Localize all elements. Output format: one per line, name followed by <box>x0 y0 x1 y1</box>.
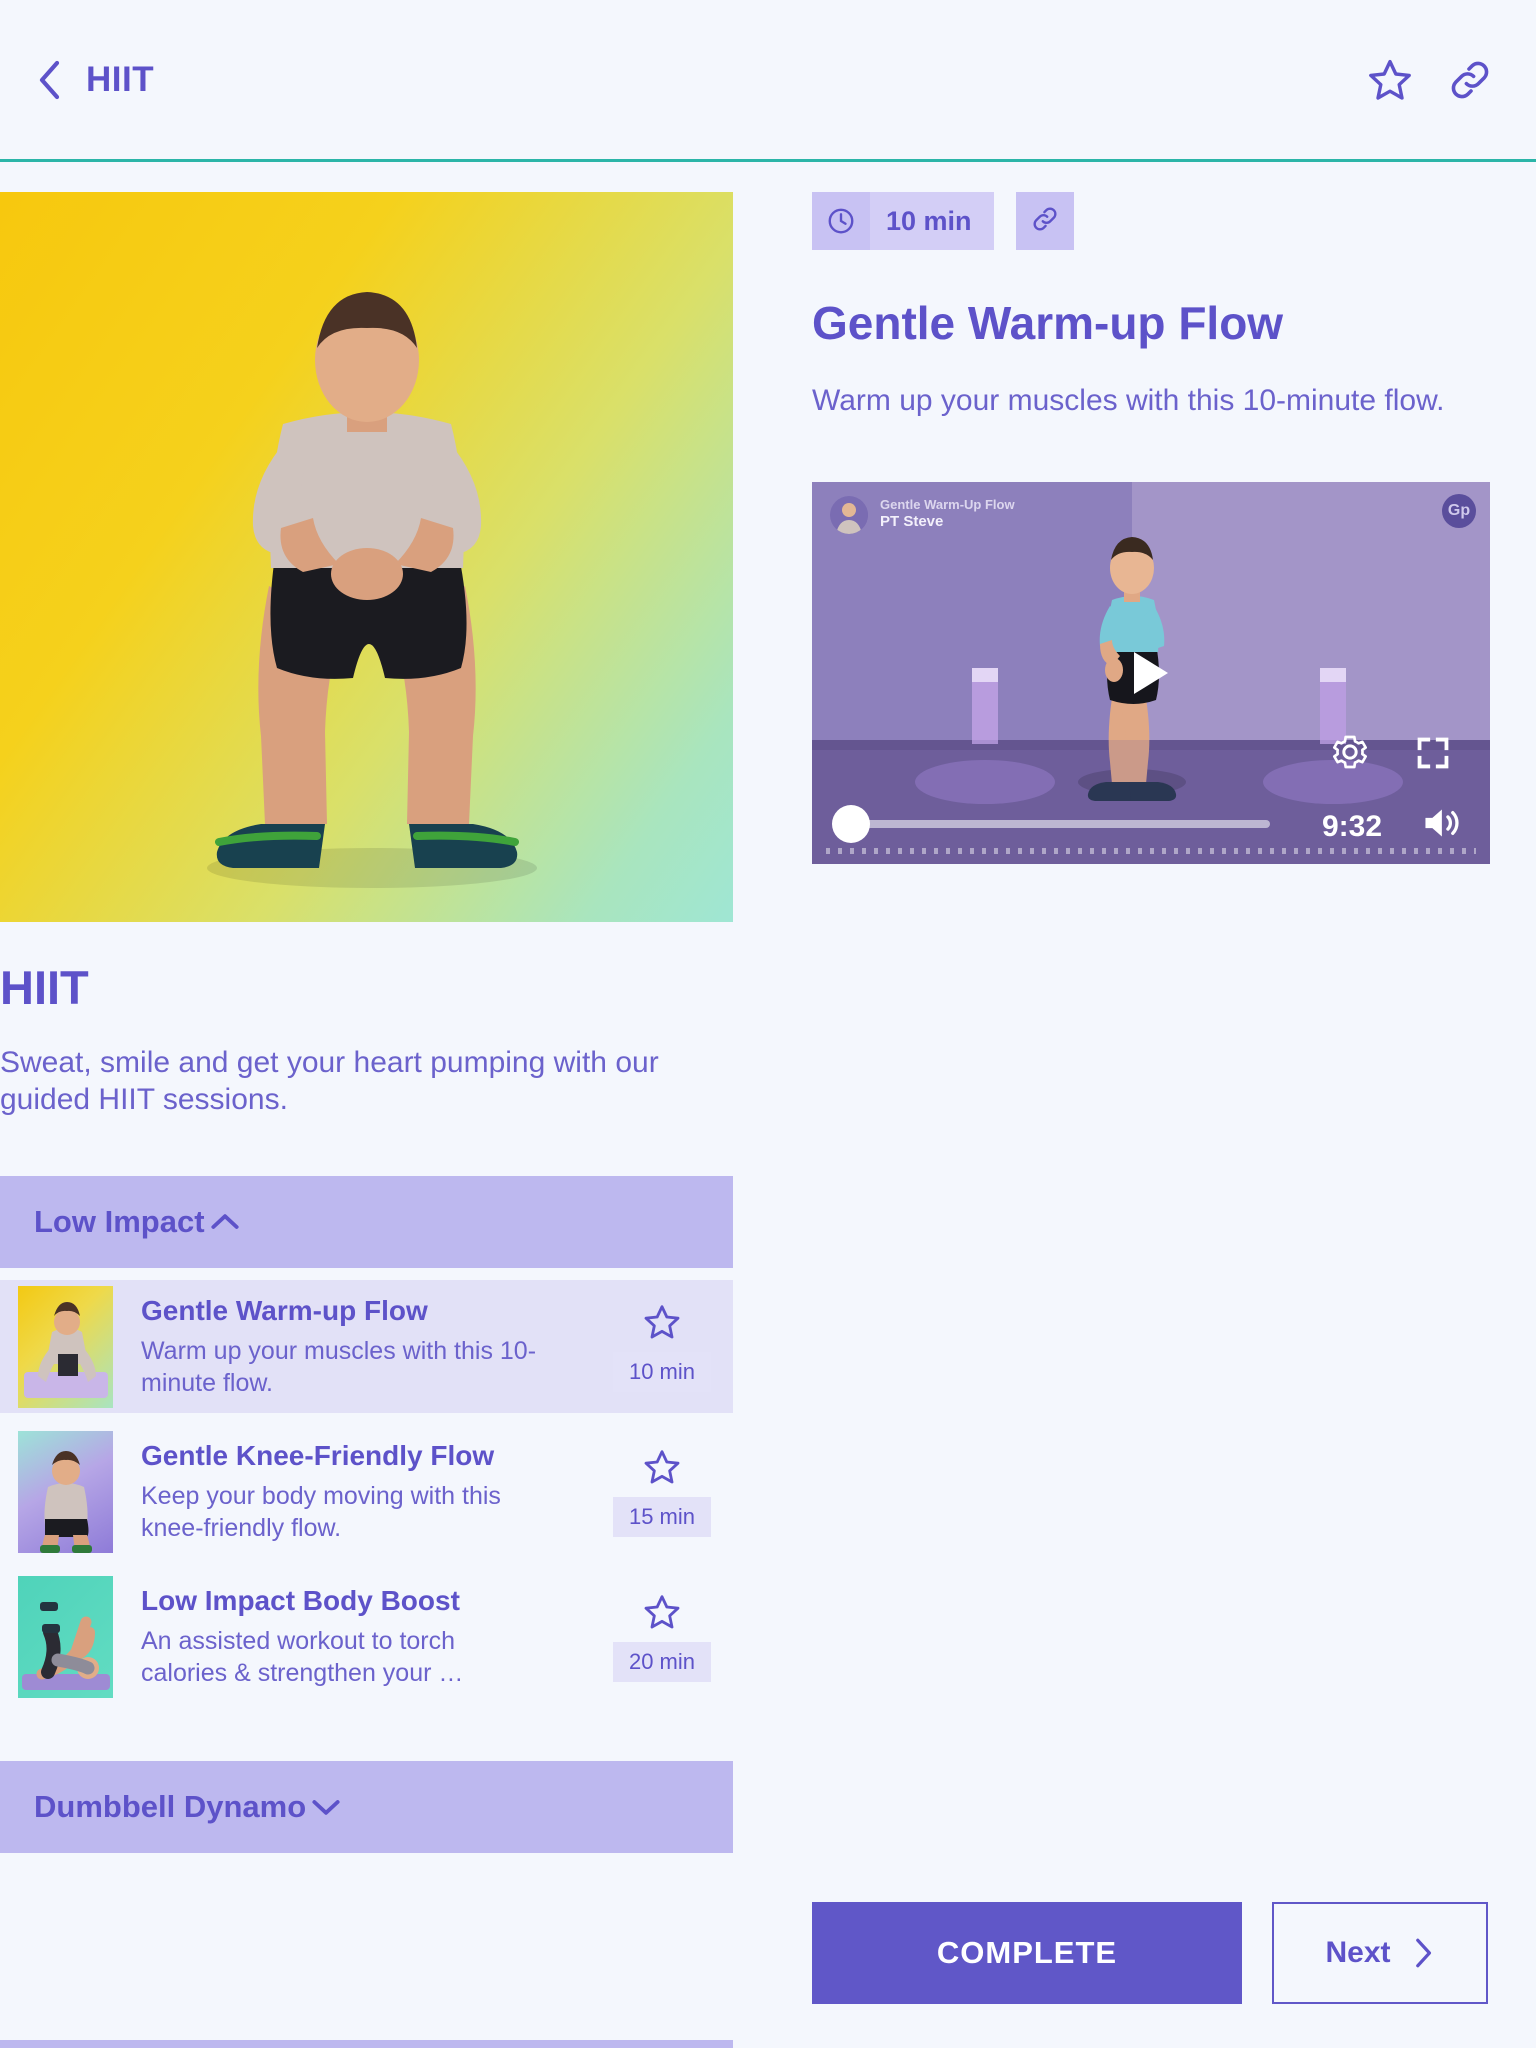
volume-icon[interactable] <box>1420 804 1462 842</box>
workout-text: Low Impact Body Boost An assisted workou… <box>141 1585 546 1689</box>
workout-description: Keep your body moving with this knee-fri… <box>141 1481 501 1542</box>
workout-thumbnail <box>18 1430 113 1553</box>
workout-title: Gentle Knee-Friendly Flow <box>141 1439 495 1471</box>
workout-title: Low Impact Body Boost <box>141 1584 460 1616</box>
workout-list-item[interactable]: Gentle Knee-Friendly Flow Keep your body… <box>0 1425 733 1558</box>
right-column: 10 min Gentle Warm-up Flow Warm up your … <box>812 192 1502 864</box>
accordion-header-dumbbell-dynamo[interactable]: Dumbbell Dynamo <box>0 1761 733 1854</box>
link-icon[interactable] <box>1446 56 1494 104</box>
category-hero-image <box>0 192 733 922</box>
top-bar-actions <box>1366 56 1494 104</box>
top-bar: HIIT <box>0 0 1536 160</box>
gear-icon[interactable] <box>1330 732 1370 772</box>
accordion-header-low-impact[interactable]: Low Impact <box>0 1176 733 1269</box>
video-player[interactable]: Gentle Warm-Up Flow PT Steve Gp 9:32 <box>812 481 1490 864</box>
chevron-down-icon[interactable] <box>306 1787 346 1827</box>
workout-meta: 20 min <box>612 1570 711 1703</box>
fullscreen-icon[interactable] <box>1414 734 1452 772</box>
video-overlay-title: Gentle Warm-Up Flow <box>880 497 1015 512</box>
star-outline-icon[interactable] <box>642 1302 682 1342</box>
avatar <box>830 495 868 534</box>
star-outline-icon[interactable] <box>642 1447 682 1487</box>
play-icon[interactable] <box>1134 651 1168 694</box>
video-progress-bar[interactable] <box>832 804 1270 843</box>
chevron-right-icon <box>1409 1936 1435 1970</box>
video-overlay-credits: Gentle Warm-Up Flow PT Steve <box>830 495 1015 534</box>
duration-badge: 10 min <box>612 1351 711 1392</box>
video-dotted-track <box>826 847 1476 854</box>
lesson-meta-row: 10 min <box>812 192 1502 250</box>
workout-meta: 15 min <box>612 1425 711 1558</box>
top-bar-left-group: HIIT <box>32 58 154 102</box>
accordion-header-next-partial[interactable] <box>0 2040 733 2048</box>
complete-button[interactable]: COMPLETE <box>812 1902 1242 2004</box>
accordion-label: Low Impact <box>34 1204 205 1240</box>
workout-text: Gentle Knee-Friendly Flow Keep your body… <box>141 1440 546 1544</box>
video-overlay-author: PT Steve <box>880 513 944 531</box>
next-button[interactable]: Next <box>1272 1902 1488 2004</box>
duration-label: 10 min <box>886 205 972 236</box>
header-divider <box>0 159 1536 162</box>
workout-thumbnail <box>18 1285 113 1408</box>
workout-thumbnail <box>18 1575 113 1698</box>
workout-detail-page: HIIT HIIT Sweat, smile and get your hear… <box>0 0 1536 2048</box>
workout-list-item[interactable]: Gentle Warm-up Flow Warm up your muscles… <box>0 1280 733 1414</box>
chevron-left-icon[interactable] <box>32 58 66 102</box>
duration-pill: 10 min <box>812 192 994 250</box>
workout-title: Gentle Warm-up Flow <box>141 1294 428 1326</box>
link-icon <box>1030 204 1060 239</box>
category-description: Sweat, smile and get your heart pumping … <box>0 1046 659 1116</box>
next-button-label: Next <box>1325 1936 1391 1969</box>
duration-badge: 20 min <box>612 1641 711 1682</box>
workout-list-item[interactable]: Low Impact Body Boost An assisted workou… <box>0 1570 733 1703</box>
star-outline-icon[interactable] <box>642 1592 682 1632</box>
video-brand-logo: Gp <box>1442 493 1476 528</box>
star-outline-icon[interactable] <box>1366 56 1414 104</box>
workout-description: Warm up your muscles with this 10-minute… <box>141 1336 537 1397</box>
share-link-button[interactable] <box>1015 192 1074 250</box>
page-title: HIIT <box>86 60 155 99</box>
clock-icon <box>812 192 870 250</box>
category-title: HIIT <box>0 961 89 1014</box>
video-progress-handle[interactable] <box>832 804 870 843</box>
bottom-action-bar: COMPLETE Next <box>812 1902 1502 2004</box>
video-credit-text: Gentle Warm-Up Flow PT Steve <box>880 497 1015 532</box>
workout-text: Gentle Warm-up Flow Warm up your muscles… <box>141 1295 546 1399</box>
left-column: HIIT Sweat, smile and get your heart pum… <box>0 192 733 1854</box>
video-time-remaining: 9:32 <box>1321 809 1382 843</box>
accordion-label: Dumbbell Dynamo <box>34 1789 307 1825</box>
lesson-description: Warm up your muscles with this 10-minute… <box>812 384 1445 417</box>
workout-meta: 10 min <box>612 1280 711 1413</box>
workout-description: An assisted workout to torch calories & … <box>141 1626 464 1687</box>
duration-badge: 15 min <box>612 1496 711 1537</box>
lesson-title: Gentle Warm-up Flow <box>812 297 1284 349</box>
chevron-up-icon[interactable] <box>205 1202 245 1242</box>
